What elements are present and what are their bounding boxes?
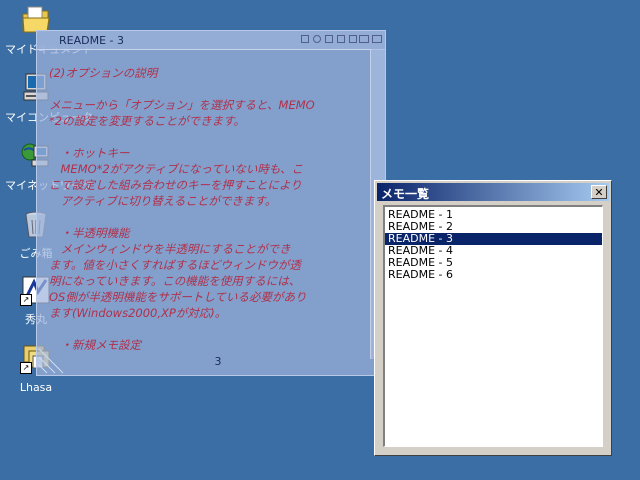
memo-window[interactable]: README - 3 (2)オプションの説明 メニューから「オプション」を選択す… (36, 30, 386, 376)
delete-icon[interactable] (349, 35, 357, 43)
memo-page-indicator: 3 (214, 355, 222, 368)
memo-titlebar[interactable]: README - 3 (37, 31, 385, 50)
cut-icon[interactable] (313, 35, 321, 43)
resize-grip-icon[interactable] (37, 347, 65, 375)
memo-listbox[interactable]: README - 1 README - 2 README - 3 README … (383, 205, 603, 447)
memo-window-title: README - 3 (59, 34, 124, 47)
close-icon: ✕ (594, 186, 604, 199)
paste-icon[interactable] (337, 35, 345, 43)
minimize-icon[interactable] (359, 35, 369, 43)
memo-list-window[interactable]: メモ一覧 ✕ README - 1 README - 2 README - 3 … (374, 180, 612, 456)
maximize-icon[interactable] (372, 35, 382, 43)
copy-icon[interactable] (325, 35, 333, 43)
shortcut-arrow-icon: ↗ (20, 294, 32, 306)
shortcut-arrow-icon: ↗ (20, 362, 32, 374)
desktop-icon-label: Lhasa (19, 381, 53, 394)
memo-list-titlebar[interactable]: メモ一覧 ✕ (377, 183, 609, 201)
new-memo-icon[interactable] (301, 35, 309, 43)
list-item[interactable]: README - 6 (385, 269, 602, 281)
memo-list-title: メモ一覧 (381, 187, 430, 201)
memo-text-area[interactable]: (2)オプションの説明 メニューから「オプション」を選択すると、MEMO *2の… (49, 65, 371, 355)
close-button[interactable]: ✕ (591, 185, 607, 199)
